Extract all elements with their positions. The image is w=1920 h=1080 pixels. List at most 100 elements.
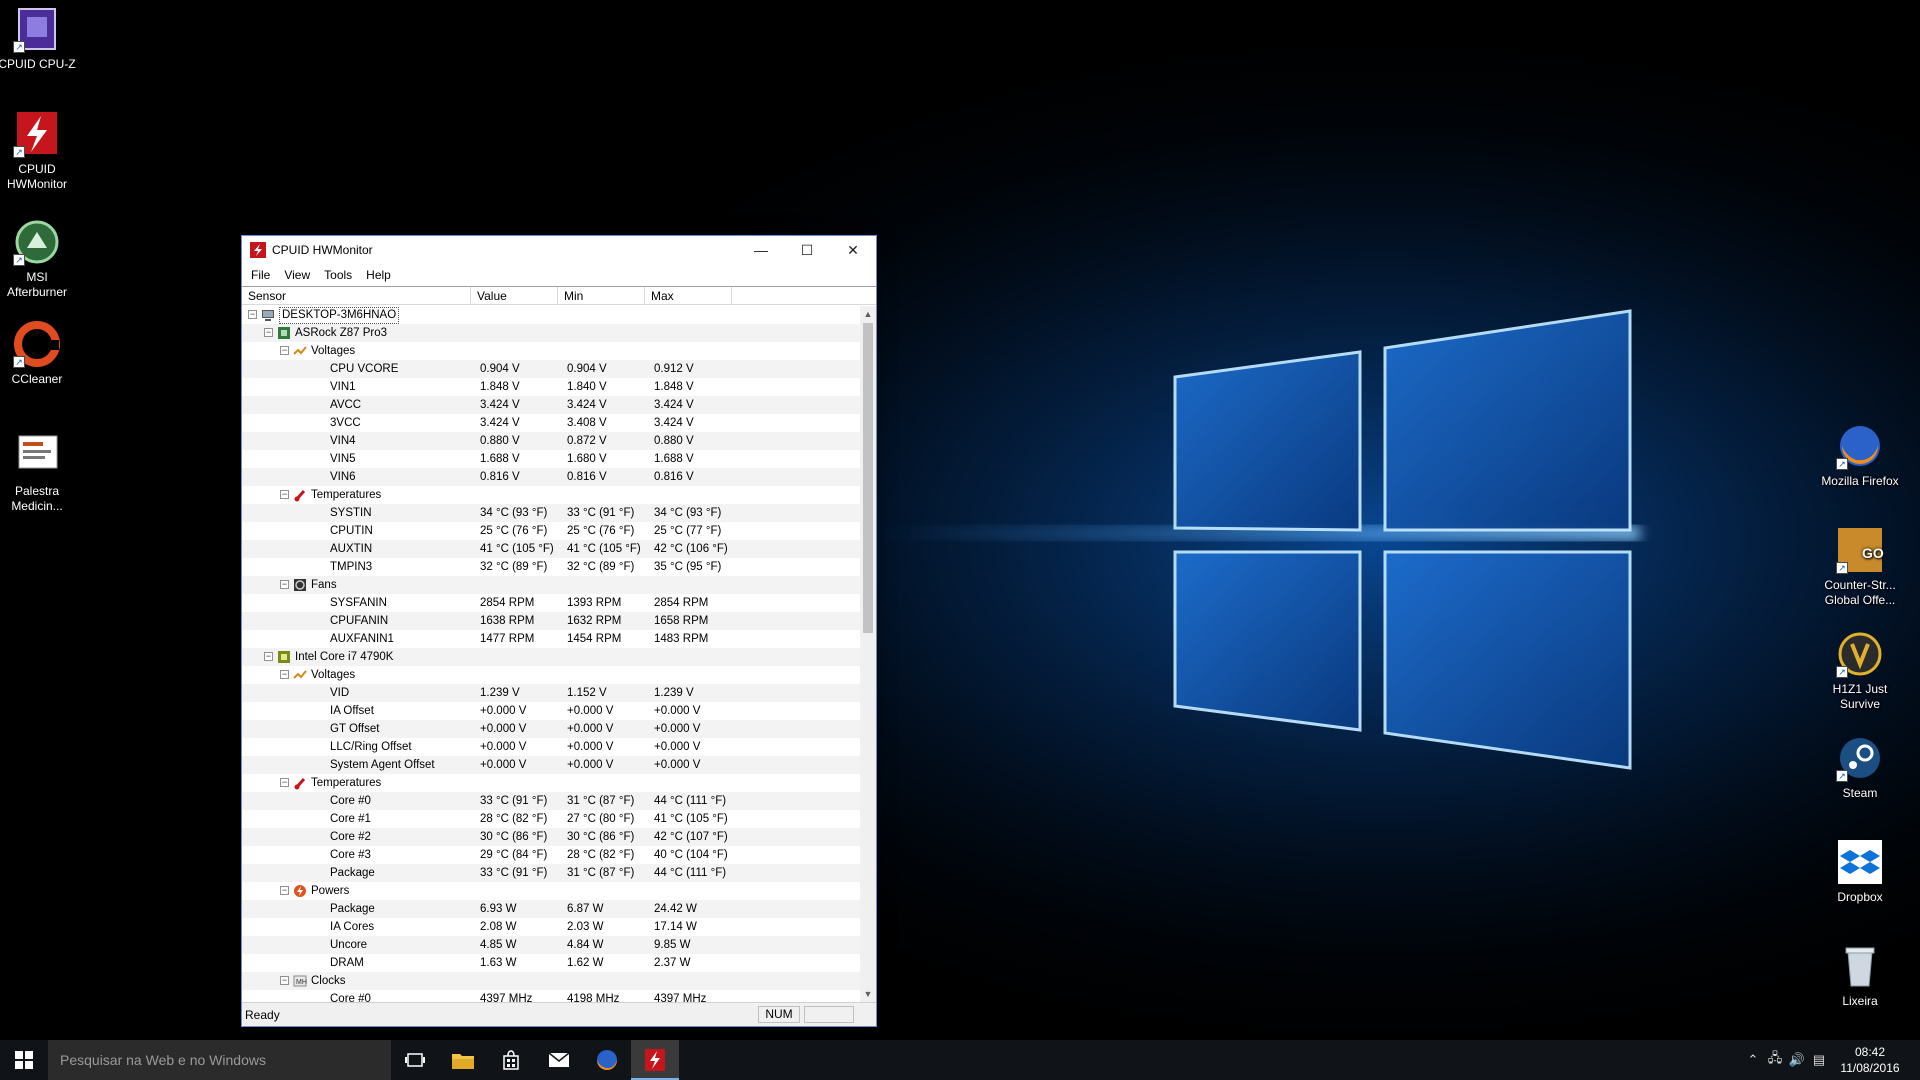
scroll-thumb[interactable] — [863, 323, 873, 633]
tree-group-row[interactable]: − Fans — [242, 576, 860, 594]
desktop-icon-cpuz[interactable]: ↗ CPUID CPU-Z — [0, 5, 79, 72]
tree-group-row[interactable]: − Temperatures — [242, 774, 860, 792]
tree-group-row[interactable]: − Voltages — [242, 342, 860, 360]
collapse-icon[interactable]: − — [280, 976, 289, 985]
sensor-min: 2.03 W — [567, 921, 604, 933]
minimize-button[interactable]: — — [738, 236, 784, 264]
sensor-row[interactable]: CPU VCORE 0.904 V 0.904 V 0.912 V — [242, 360, 860, 378]
menu-help[interactable]: Help — [359, 268, 398, 282]
sensor-row[interactable]: 3VCC 3.424 V 3.408 V 3.424 V — [242, 414, 860, 432]
sensor-row[interactable]: IA Offset +0.000 V +0.000 V +0.000 V — [242, 702, 860, 720]
column-max[interactable]: Max — [645, 287, 732, 304]
desktop-icon-firefox[interactable]: ↗ Mozilla Firefox — [1818, 422, 1902, 489]
sensor-row[interactable]: VIN4 0.880 V 0.872 V 0.880 V — [242, 432, 860, 450]
sensor-row[interactable]: AUXTIN 41 °C (105 °F) 41 °C (105 °F) 42 °C … — [242, 540, 860, 558]
scroll-up-icon[interactable]: ▲ — [860, 306, 876, 323]
sensor-name: ASRock Z87 Pro3 — [295, 327, 388, 339]
sensor-row[interactable]: Core #1 28 °C (82 °F) 27 °C (80 °F) 41 °C (… — [242, 810, 860, 828]
column-sensor[interactable]: Sensor — [242, 287, 471, 304]
action-center-icon[interactable]: ▤ — [1808, 1052, 1830, 1068]
tree-group-row[interactable]: − Powers — [242, 882, 860, 900]
tree-group-row[interactable]: − Voltages — [242, 666, 860, 684]
sensor-row[interactable]: IA Cores 2.08 W 2.03 W 17.14 W — [242, 918, 860, 936]
hwmonitor-window[interactable]: CPUID HWMonitor — ☐ ✕ File View Tools He… — [241, 235, 877, 1027]
status-text: Ready — [245, 1008, 280, 1022]
desktop-icon-h1z1[interactable]: ↗ H1Z1 Just Survive — [1818, 630, 1902, 712]
taskbar-firefox[interactable] — [583, 1040, 631, 1080]
sensor-name: 3VCC — [330, 417, 361, 429]
collapse-icon[interactable]: − — [280, 346, 289, 355]
sensor-row[interactable]: DRAM 1.63 W 1.62 W 2.37 W — [242, 954, 860, 972]
tree-group-row[interactable]: − DESKTOP-3M6HNAO — [242, 306, 860, 324]
collapse-icon[interactable]: − — [248, 310, 257, 319]
sensor-row[interactable]: SYSTIN 34 °C (93 °F) 33 °C (91 °F) 34 °C (9… — [242, 504, 860, 522]
sensor-min: 32 °C (89 °F) — [567, 561, 635, 573]
sensor-list[interactable]: Sensor Value Min Max − DESKTOP-3M6HNAO − AS… — [242, 286, 876, 1003]
desktop-icon-recycle-bin[interactable]: Lixeira — [1818, 942, 1902, 1009]
desktop-icon-ccleaner[interactable]: ↗ CCleaner — [0, 320, 79, 387]
sensor-row[interactable]: SYSFANIN 2854 RPM 1393 RPM 2854 RPM — [242, 594, 860, 612]
desktop-icon-hwmonitor[interactable]: ↗ CPUID HWMonitor — [0, 110, 79, 192]
title-bar[interactable]: CPUID HWMonitor — ☐ ✕ — [242, 236, 876, 264]
collapse-icon[interactable]: − — [280, 580, 289, 589]
taskbar-hwmonitor[interactable] — [631, 1040, 679, 1080]
tree-group-row[interactable]: − ASRock Z87 Pro3 — [242, 324, 860, 342]
column-value[interactable]: Value — [471, 287, 558, 304]
sensor-row[interactable]: AVCC 3.424 V 3.424 V 3.424 V — [242, 396, 860, 414]
tree-group-row[interactable]: −MHz Clocks — [242, 972, 860, 990]
collapse-icon[interactable]: − — [280, 670, 289, 679]
menu-view[interactable]: View — [277, 268, 317, 282]
taskbar-store[interactable] — [487, 1040, 535, 1080]
search-input[interactable]: Pesquisar na Web e no Windows — [48, 1040, 391, 1080]
desktop-icon-palestra[interactable]: Palestra Medicin... — [0, 432, 79, 514]
sensor-row[interactable]: LLC/Ring Offset +0.000 V +0.000 V +0.000 V — [242, 738, 860, 756]
powerpoint-file-icon — [13, 432, 61, 480]
sensor-row[interactable]: VIN1 1.848 V 1.840 V 1.848 V — [242, 378, 860, 396]
sensor-row[interactable]: GT Offset +0.000 V +0.000 V +0.000 V — [242, 720, 860, 738]
sensor-row[interactable]: Core #3 29 °C (84 °F) 28 °C (82 °F) 40 °C (… — [242, 846, 860, 864]
volume-icon[interactable]: 🔊 — [1786, 1052, 1808, 1068]
collapse-icon[interactable]: − — [264, 328, 273, 337]
collapse-icon[interactable]: − — [280, 886, 289, 895]
sensor-min: 6.87 W — [567, 903, 604, 915]
collapse-icon[interactable]: − — [264, 652, 273, 661]
sensor-row[interactable]: CPUTIN 25 °C (76 °F) 25 °C (76 °F) 25 °C (7… — [242, 522, 860, 540]
cpu-icon — [277, 650, 291, 664]
sensor-row[interactable]: System Agent Offset +0.000 V +0.000 V +0.00… — [242, 756, 860, 774]
vertical-scrollbar[interactable]: ▲ ▼ — [860, 306, 876, 1003]
close-button[interactable]: ✕ — [830, 236, 876, 264]
sensor-row[interactable]: Core #2 30 °C (86 °F) 30 °C (86 °F) 42 °C (… — [242, 828, 860, 846]
desktop-icon-dropbox[interactable]: Dropbox — [1818, 838, 1902, 905]
sensor-name: AUXFANIN1 — [330, 633, 394, 645]
network-icon[interactable]: 🖧 — [1764, 1049, 1786, 1071]
sensor-row[interactable]: TMPIN3 32 °C (89 °F) 32 °C (89 °F) 35 °C (9… — [242, 558, 860, 576]
menu-file[interactable]: File — [244, 268, 277, 282]
sensor-row[interactable]: Core #0 33 °C (91 °F) 31 °C (87 °F) 44 °C (… — [242, 792, 860, 810]
desktop-icon-steam[interactable]: ↗ Steam — [1818, 734, 1902, 801]
sensor-row[interactable]: AUXFANIN1 1477 RPM 1454 RPM 1483 RPM — [242, 630, 860, 648]
sensor-row[interactable]: CPUFANIN 1638 RPM 1632 RPM 1658 RPM — [242, 612, 860, 630]
tree-group-row[interactable]: − Temperatures — [242, 486, 860, 504]
sensor-row[interactable]: VIN6 0.816 V 0.816 V 0.816 V — [242, 468, 860, 486]
collapse-icon[interactable]: − — [280, 490, 289, 499]
chevron-up-icon[interactable]: ⌃ — [1742, 1052, 1764, 1068]
sensor-row[interactable]: VID 1.239 V 1.152 V 1.239 V — [242, 684, 860, 702]
clock[interactable]: 08:42 11/08/2016 — [1830, 1044, 1910, 1076]
scroll-down-icon[interactable]: ▼ — [860, 986, 876, 1003]
task-view-button[interactable] — [391, 1040, 439, 1080]
menu-tools[interactable]: Tools — [317, 268, 359, 282]
start-button[interactable] — [0, 1040, 48, 1080]
sensor-value: 41 °C (105 °F) — [480, 543, 554, 555]
sensor-row[interactable]: Package 33 °C (91 °F) 31 °C (87 °F) 44 °C (… — [242, 864, 860, 882]
sensor-row[interactable]: VIN5 1.688 V 1.680 V 1.688 V — [242, 450, 860, 468]
taskbar-file-explorer[interactable] — [439, 1040, 487, 1080]
tree-group-row[interactable]: − Intel Core i7 4790K — [242, 648, 860, 666]
sensor-row[interactable]: Package 6.93 W 6.87 W 24.42 W — [242, 900, 860, 918]
taskbar-mail[interactable] — [535, 1040, 583, 1080]
collapse-icon[interactable]: − — [280, 778, 289, 787]
column-min[interactable]: Min — [558, 287, 645, 304]
desktop-icon-csgo[interactable]: GO ↗ Counter-Str... Global Offe... — [1818, 526, 1902, 608]
desktop-icon-afterburner[interactable]: ↗ MSI Afterburner — [0, 218, 79, 300]
sensor-row[interactable]: Uncore 4.85 W 4.84 W 9.85 W — [242, 936, 860, 954]
maximize-button[interactable]: ☐ — [784, 236, 830, 264]
